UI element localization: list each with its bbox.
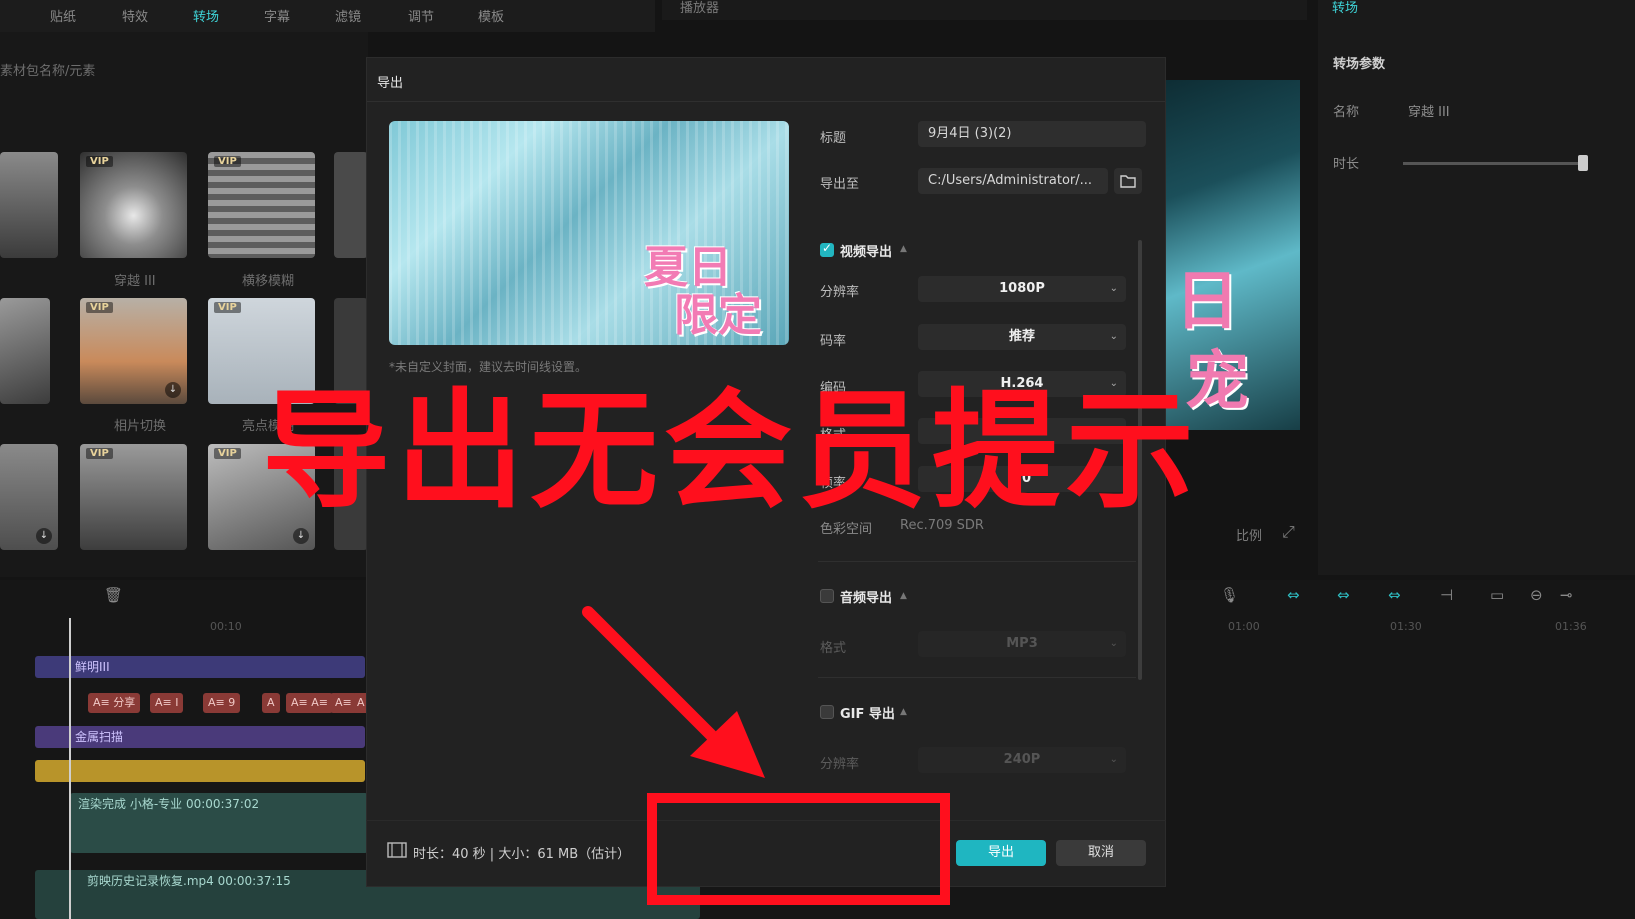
annotation-highlight-box [647, 793, 950, 905]
annotation-arrow [582, 606, 765, 778]
